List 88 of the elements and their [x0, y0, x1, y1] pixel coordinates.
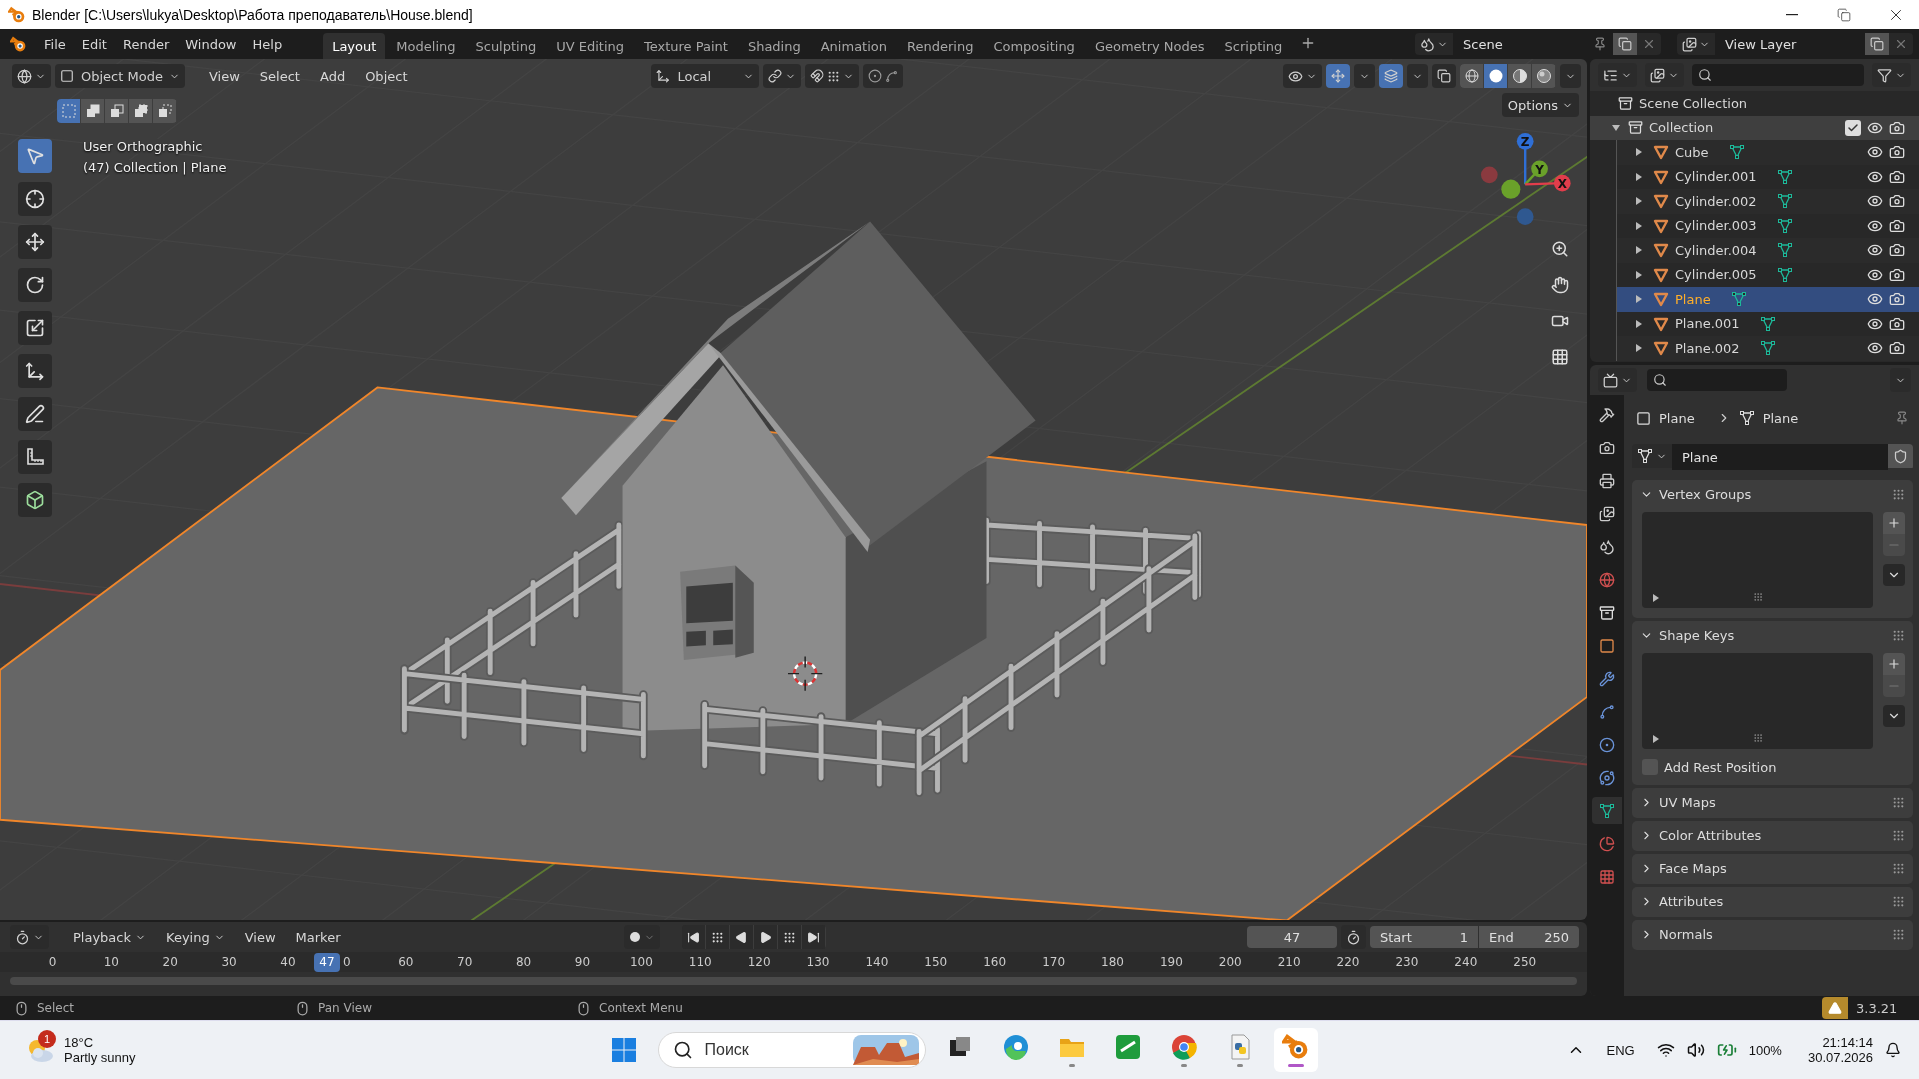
- workspace-tab[interactable]: Modeling: [387, 33, 465, 59]
- frame-number: 80: [515, 954, 532, 971]
- frame-number: 250: [1513, 954, 1537, 971]
- menu-item[interactable]: Window: [178, 32, 244, 56]
- input-language[interactable]: ENG: [1606, 1042, 1635, 1058]
- workspace-tab[interactable]: Rendering: [898, 33, 983, 59]
- status-hint: Context Menu: [599, 1001, 683, 1015]
- workspace-tab[interactable]: Texture Paint: [635, 33, 737, 59]
- notification-badge: 1: [38, 1030, 56, 1048]
- search-box[interactable]: Поиск: [657, 1032, 926, 1068]
- frame-number: 110: [688, 954, 712, 971]
- frame-number: 100: [629, 954, 653, 971]
- navigation-gizmo[interactable]: Z Y X: [1480, 132, 1571, 225]
- panel-header[interactable]: Shape Keys: [1632, 621, 1913, 649]
- frame-number: 160: [983, 954, 1007, 971]
- outliner-row[interactable]: Plane: [1617, 287, 1919, 312]
- status-hint: Select: [37, 1001, 75, 1015]
- checkbox-label: Add Rest Position: [1664, 759, 1777, 775]
- frame-number: 240: [1454, 954, 1478, 971]
- temperature: 18°C: [64, 1035, 95, 1050]
- weather-condition: Partly sunny: [64, 1050, 136, 1065]
- version-badge: 3.3.21: [1822, 997, 1919, 1019]
- frame-number: 170: [1042, 954, 1066, 971]
- battery-level: 100%: [1748, 1042, 1782, 1058]
- menu-item[interactable]: Object: [357, 64, 416, 88]
- view-name: User Orthographic: [83, 139, 203, 154]
- frame-number: 220: [1336, 954, 1360, 971]
- panel-header[interactable]: Vertex Groups: [1632, 480, 1913, 508]
- current-frame-field[interactable]: 47: [1247, 926, 1337, 948]
- window-title: Blender [C:\Users\lukya\Desktop\Работа преподаватель\House.blend]: [32, 6, 474, 23]
- frame-number: 10: [103, 954, 119, 971]
- menu-item[interactable]: Add: [311, 64, 354, 88]
- menu-dropdown[interactable]: Keying: [158, 925, 233, 949]
- end-frame-field[interactable]: End 250: [1479, 926, 1579, 948]
- breadcrumb-item: Plane: [1762, 410, 1799, 426]
- clock[interactable]: 21:14:14 30.07.2026: [1807, 1035, 1873, 1065]
- orientation-dropdown[interactable]: Local: [651, 64, 760, 88]
- workspace-tab[interactable]: UV Editing: [547, 33, 633, 59]
- frame-number: 230: [1395, 954, 1419, 971]
- frame-number: 40: [280, 954, 296, 971]
- menu-item[interactable]: View: [236, 925, 284, 949]
- frame-number: 0: [48, 954, 57, 971]
- menu-item[interactable]: Render: [115, 32, 177, 56]
- menu-item[interactable]: File: [37, 32, 73, 56]
- workspace-tab[interactable]: Animation: [811, 33, 896, 59]
- frame-number: 20: [162, 954, 178, 971]
- workspace-tab[interactable]: Compositing: [984, 33, 1084, 59]
- mode-dropdown[interactable]: Object Mode: [55, 64, 185, 88]
- breadcrumb-item: Plane: [1659, 410, 1695, 426]
- menu-item[interactable]: View: [201, 64, 248, 88]
- workspace-tab[interactable]: Shading: [738, 33, 810, 59]
- panel-header[interactable]: Face Maps: [1632, 854, 1913, 882]
- start-frame-field[interactable]: Start 1: [1370, 926, 1478, 948]
- panel-header[interactable]: Color Attributes: [1632, 821, 1913, 849]
- frame-number: 70: [457, 954, 473, 971]
- frame-number: 140: [865, 954, 889, 971]
- frame-number: 210: [1277, 954, 1301, 971]
- panel-header[interactable]: Attributes: [1632, 887, 1913, 915]
- workspace-tab[interactable]: Scripting: [1215, 33, 1292, 59]
- view-layer-field[interactable]: View Layer: [1715, 33, 1865, 55]
- frame-number: 180: [1101, 954, 1124, 971]
- frame-number: 90: [574, 954, 591, 971]
- panel-header[interactable]: Normals: [1632, 920, 1913, 948]
- mesh-name-field[interactable]: Plane: [1672, 444, 1888, 470]
- frame-number: 0: [343, 954, 351, 971]
- menu-item[interactable]: Select: [251, 64, 308, 88]
- frame-number: 120: [747, 954, 771, 971]
- workspace-tab[interactable]: Sculpting: [466, 33, 546, 59]
- view-context: (47) Collection | Plane: [83, 160, 227, 175]
- menu-item[interactable]: Help: [245, 32, 290, 56]
- options-dropdown[interactable]: Options: [1501, 93, 1579, 117]
- frame-number: 150: [924, 954, 948, 971]
- menu-item[interactable]: Marker: [287, 925, 349, 949]
- outliner-row[interactable]: Collection: [1590, 115, 1919, 140]
- menu-dropdown[interactable]: Playback: [65, 925, 154, 949]
- status-hint: Pan View: [318, 1001, 372, 1015]
- frame-number: 30: [221, 954, 237, 971]
- search-field[interactable]: Поиск: [702, 1040, 843, 1060]
- workspace-tab[interactable]: Layout: [323, 33, 386, 59]
- menu-item[interactable]: Edit: [74, 32, 114, 56]
- workspace-tab[interactable]: Geometry Nodes: [1085, 33, 1214, 59]
- scene-field[interactable]: Scene: [1453, 33, 1613, 55]
- playhead[interactable]: 47: [313, 953, 340, 972]
- frame-number: 190: [1159, 954, 1183, 971]
- frame-number: 200: [1218, 954, 1242, 971]
- frame-number: 60: [398, 954, 414, 971]
- panel-header[interactable]: UV Maps: [1632, 788, 1913, 816]
- frame-number: 130: [806, 954, 830, 971]
